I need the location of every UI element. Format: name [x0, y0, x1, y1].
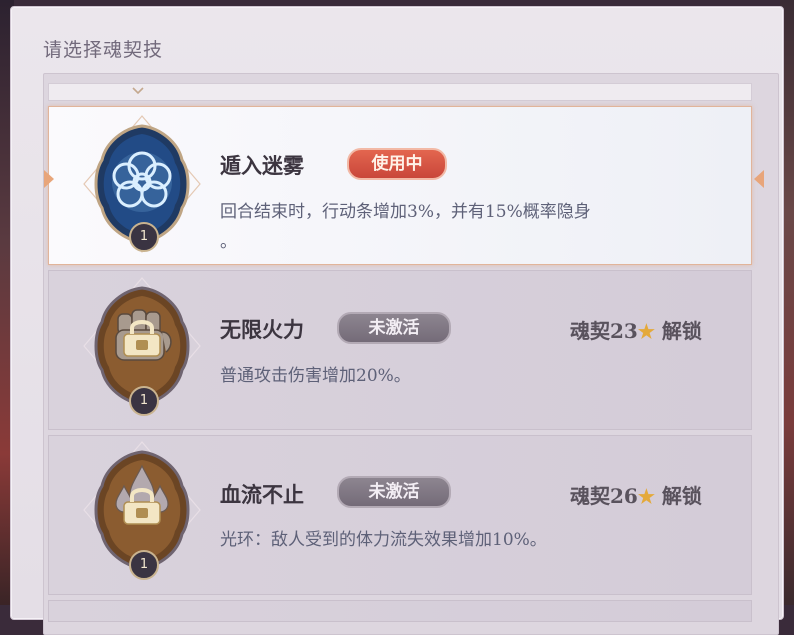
status-badge-in-use: 使用中 — [347, 148, 447, 180]
skill-level-badge: 1 — [129, 222, 159, 252]
unlock-level-text: 魂契26 — [570, 484, 638, 508]
status-badge-inactive: 未激活 — [337, 476, 451, 508]
list-top-strip — [48, 83, 752, 101]
skill-level-badge: 1 — [129, 550, 159, 580]
skill-description-line-2: 。 — [220, 232, 237, 252]
unlock-label: 解锁 — [661, 319, 702, 343]
skill-name: 无限火力 — [220, 317, 304, 342]
skill-name: 遁入迷雾 — [220, 153, 304, 178]
selected-marker-right-icon — [754, 170, 764, 188]
status-badge-inactive: 未激活 — [337, 312, 451, 344]
skill-emblem: 1 — [82, 440, 202, 580]
skill-description: 回合结束时，行动条增加3%，并有15%概率隐身 。 — [220, 197, 591, 257]
unlock-requirement: 魂契23★ 解锁 — [570, 315, 702, 344]
unlock-level-text: 魂契23 — [570, 319, 638, 343]
star-icon: ★ — [637, 486, 655, 508]
skill-card-next-partial[interactable] — [48, 600, 752, 622]
skill-description: 普通攻击伤害增加20%。 — [220, 366, 411, 386]
skill-emblem: 1 — [82, 276, 202, 416]
unlock-requirement: 魂契26★ 解锁 — [570, 480, 702, 509]
selected-marker-left-icon — [44, 170, 54, 188]
skill-description-line-1: 回合结束时，行动条增加3%，并有15%概率隐身 — [220, 202, 591, 222]
panel-title: 请选择魂契技 — [43, 39, 164, 61]
skill-description: 光环：敌人受到的体力流失效果增加10%。 — [220, 530, 547, 550]
chevron-down-icon — [132, 86, 144, 98]
skill-emblem: 1 — [82, 114, 202, 254]
skill-name: 血流不止 — [220, 482, 304, 507]
star-icon: ★ — [637, 321, 655, 343]
unlock-label: 解锁 — [661, 484, 702, 508]
skill-level-badge: 1 — [129, 386, 159, 416]
